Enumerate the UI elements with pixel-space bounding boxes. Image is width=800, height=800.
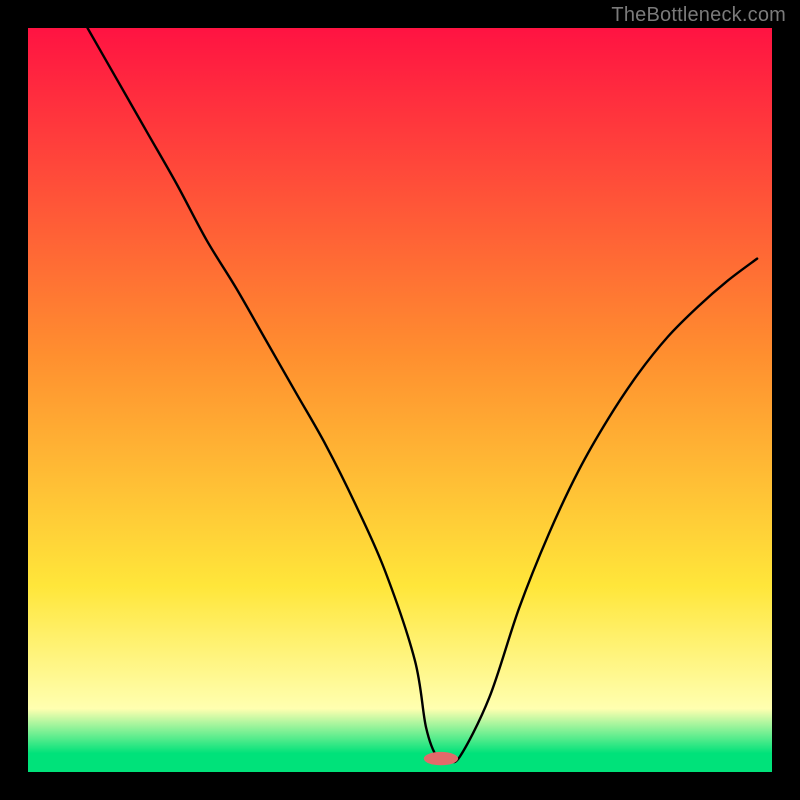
optimum-marker-icon [424, 752, 458, 765]
gradient-background [28, 28, 772, 772]
bottleneck-chart [28, 28, 772, 772]
chart-stage: TheBottleneck.com [0, 0, 800, 800]
attribution-label: TheBottleneck.com [611, 4, 786, 27]
